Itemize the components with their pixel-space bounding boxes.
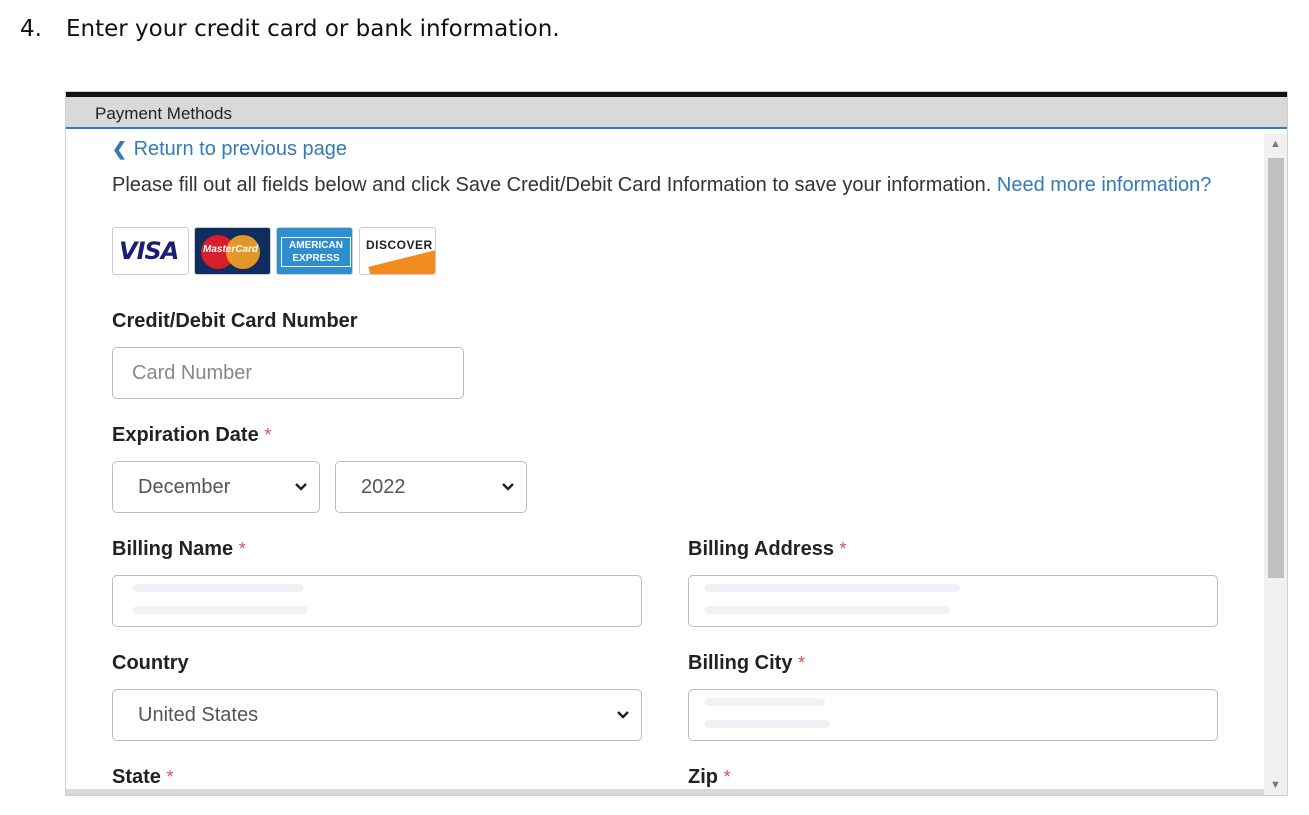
vertical-scrollbar[interactable]: ▲ ▼ (1264, 134, 1287, 795)
amex-logo-text: AMERICAN EXPRESS (281, 237, 351, 267)
country-select[interactable]: United States (112, 689, 642, 741)
card-number-label: Credit/Debit Card Number (112, 310, 358, 332)
mastercard-logo-text: MasterCard (203, 244, 259, 255)
return-link-label: Return to previous page (133, 138, 348, 160)
mastercard-logo: MasterCard (194, 227, 271, 275)
step-number: 4. (20, 16, 42, 42)
billing-address-label: Billing Address * (688, 538, 847, 560)
form-viewport: ❮ Return to previous page Please fill ou… (66, 134, 1287, 795)
visa-logo: VISA (112, 227, 189, 275)
return-link[interactable]: ❮ Return to previous page (112, 138, 347, 161)
visa-logo-text: VISA (119, 237, 179, 265)
billing-address-input[interactable] (688, 575, 1218, 627)
bottom-edge (66, 789, 1264, 795)
expiration-year-value: 2022 (361, 476, 406, 498)
zip-label: Zip * (688, 766, 731, 788)
scrollbar-thumb[interactable] (1268, 158, 1284, 578)
need-more-info-link[interactable]: Need more information? (997, 174, 1212, 196)
country-label: Country (112, 652, 189, 674)
billing-name-input[interactable] (112, 575, 642, 627)
chevron-down-icon (617, 711, 629, 719)
billing-name-label: Billing Name * (112, 538, 246, 560)
arrow-down-icon[interactable]: ▼ (1264, 775, 1287, 795)
discover-logo-text: DISCOVER (366, 238, 433, 252)
expiration-year-select[interactable]: 2022 (335, 461, 527, 513)
chevron-down-icon (502, 483, 514, 491)
billing-city-input[interactable] (688, 689, 1218, 741)
instruction-step: 4. Enter your credit card or bank informa… (20, 16, 560, 42)
discover-logo: DISCOVER (359, 227, 436, 275)
card-number-placeholder: Card Number (132, 362, 253, 384)
expiration-date-label: Expiration Date * (112, 424, 272, 446)
country-value: United States (138, 704, 259, 726)
payment-methods-window: Payment Methods ❮ Return to previous pag… (66, 92, 1287, 795)
chevron-left-icon: ❮ (112, 139, 128, 159)
required-marker: * (723, 767, 731, 787)
required-marker: * (798, 653, 806, 673)
card-number-input[interactable]: Card Number (112, 347, 464, 399)
required-marker: * (166, 767, 174, 787)
arrow-up-icon[interactable]: ▲ (1264, 134, 1287, 154)
required-marker: * (839, 539, 847, 559)
expiration-month-value: December (138, 476, 231, 498)
required-marker: * (264, 425, 272, 445)
intro-text: Please fill out all fields below and cli… (112, 174, 992, 196)
step-text: Enter your credit card or bank informati… (66, 16, 560, 42)
window-title: Payment Methods (66, 97, 1287, 129)
required-marker: * (238, 539, 246, 559)
chevron-down-icon (295, 483, 307, 491)
expiration-month-select[interactable]: December (112, 461, 320, 513)
billing-city-label: Billing City * (688, 652, 806, 674)
instructions-text: Please fill out all fields below and cli… (112, 170, 1212, 201)
state-label: State * (112, 766, 174, 788)
amex-logo: AMERICAN EXPRESS (276, 227, 353, 275)
